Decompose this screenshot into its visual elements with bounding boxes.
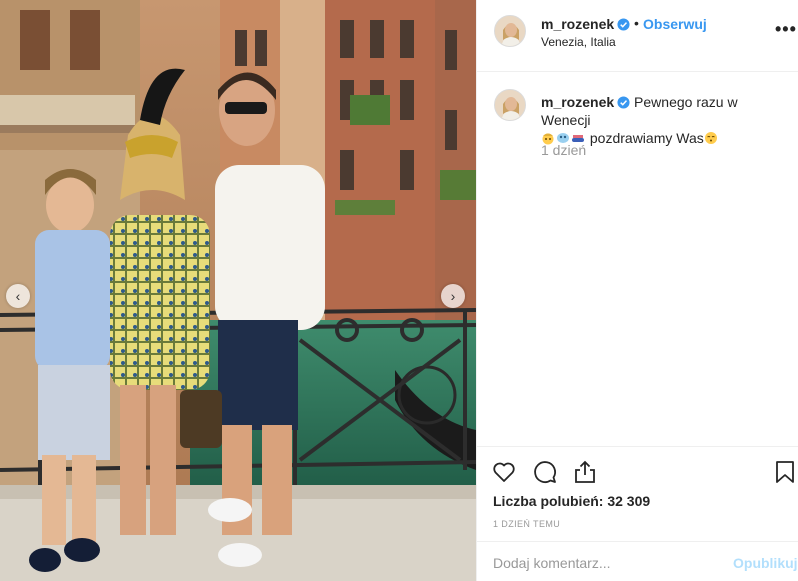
more-options-icon[interactable]: ••• (775, 20, 797, 38)
chevron-left-icon: ‹ (15, 288, 21, 304)
post-photo[interactable]: ‹ › (0, 0, 476, 581)
post-side-panel: m_rozenek • Obserwuj Venezia, Italia •••… (476, 0, 798, 581)
heart-icon (493, 462, 515, 482)
next-photo-button[interactable]: › (441, 284, 465, 308)
username-text[interactable]: m_rozenek (541, 16, 614, 32)
bookmark-icon (776, 461, 794, 483)
previous-photo-button[interactable]: ‹ (6, 284, 30, 308)
post-header: m_rozenek • Obserwuj Venezia, Italia ••• (477, 0, 798, 72)
post-date[interactable]: 1 DZIEŃ TEMU (493, 519, 560, 529)
share-icon (575, 460, 595, 483)
chevron-right-icon: › (450, 288, 456, 304)
verified-badge-icon (617, 18, 630, 31)
publish-button[interactable]: Opublikuj (733, 555, 798, 571)
kissing-face-emoji-icon (704, 132, 717, 144)
post-container: ‹ › m_rozenek • Obserwuj Venezia, Italia (0, 0, 798, 581)
likes-count[interactable]: Liczba polubień: 32 309 (493, 493, 650, 509)
caption-timestamp[interactable]: 1 dzień (541, 142, 586, 158)
caption-text-greeting: pozdrawiamy Was (589, 130, 704, 146)
post-caption: m_rozenek Pewnego razu w Wenecji pozdraw… (541, 93, 781, 147)
comment-input[interactable] (493, 554, 723, 572)
comment-button[interactable] (532, 459, 558, 485)
follow-button[interactable]: Obserwuj (643, 16, 707, 32)
caption-username[interactable]: m_rozenek (541, 94, 614, 110)
venice-photo (0, 0, 476, 581)
add-comment-bar: Opublikuj (477, 541, 798, 581)
location-link[interactable]: Venezia, Italia (541, 35, 616, 49)
avatar[interactable] (494, 15, 526, 47)
share-button[interactable] (572, 459, 598, 485)
verified-badge-icon (617, 96, 630, 109)
profile-photo-icon (495, 90, 525, 120)
username-link[interactable]: m_rozenek (541, 16, 630, 32)
save-button[interactable] (772, 459, 798, 485)
caption-avatar[interactable] (494, 89, 526, 121)
separator-dot: • (634, 15, 639, 31)
like-button[interactable] (491, 459, 517, 485)
comment-icon (534, 461, 556, 483)
profile-photo-icon (495, 16, 525, 46)
comments-section: m_rozenek Pewnego razu w Wenecji pozdraw… (477, 73, 798, 445)
